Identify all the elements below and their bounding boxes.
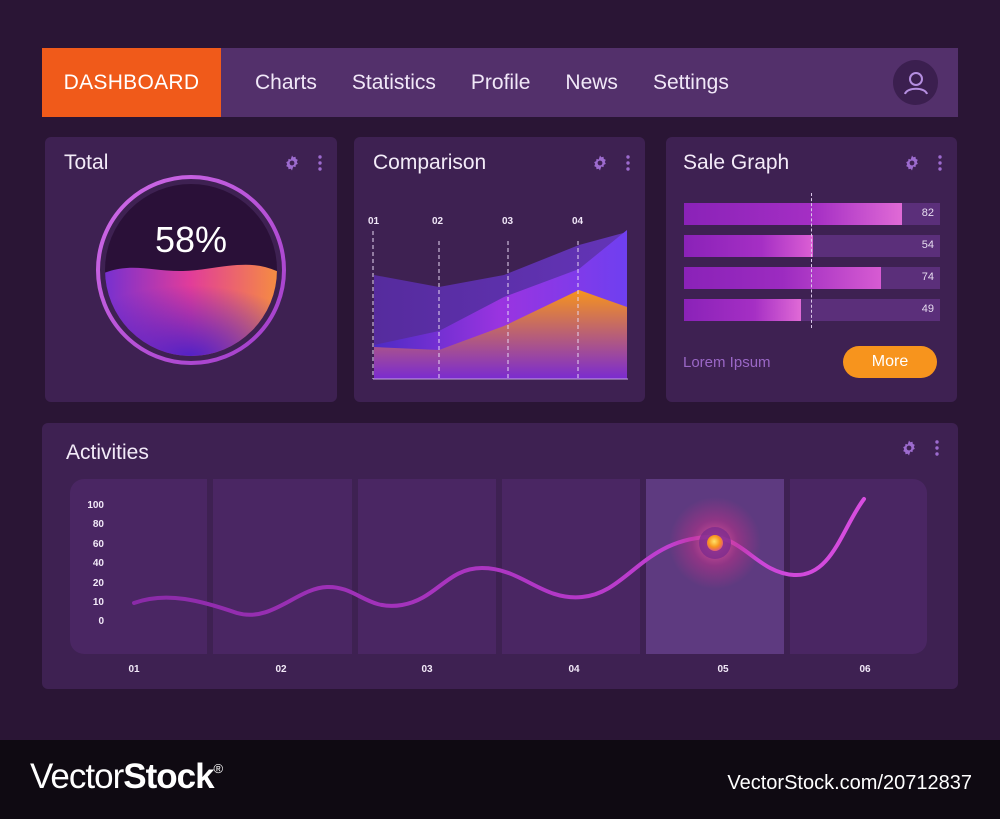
sale-bar-track: 82 (684, 203, 940, 225)
sale-bar-track: 74 (684, 267, 940, 289)
sale-bar-track: 54 (684, 235, 940, 257)
total-gauge (96, 175, 286, 365)
sale-graph-title: Sale Graph (683, 151, 790, 174)
x-tick-label: 03 (421, 664, 433, 675)
image-id-text: VectorStock.com/20712837 (727, 772, 972, 794)
more-vert-icon[interactable] (933, 154, 947, 172)
sale-bar (684, 203, 902, 225)
sale-bar-value: 54 (921, 239, 934, 251)
nav-brand-dashboard[interactable]: DASHBOARD (42, 48, 221, 117)
x-tick-label: 05 (717, 664, 729, 675)
nav-link-settings[interactable]: Settings (653, 71, 729, 95)
x-tick-label: 06 (859, 664, 871, 675)
sale-bar (684, 235, 813, 257)
watermark-footer: VectorStock® VectorStock.com/20712837 (0, 740, 1000, 819)
sale-graph-card: Sale Graph 82 54 74 49 Lorem Ipsum More (666, 137, 957, 402)
nav-links: Charts Statistics Profile News Settings (255, 71, 764, 95)
comparison-card: Comparison 01 02 03 04 (354, 137, 645, 402)
more-button[interactable]: More (843, 346, 937, 378)
vectorstock-logo: VectorStock® (30, 757, 223, 796)
x-tick-label: 01 (128, 664, 140, 675)
user-icon (903, 71, 928, 95)
sale-bar-value: 49 (921, 303, 934, 315)
highlight-dot[interactable] (707, 535, 723, 551)
sale-divider (811, 193, 812, 328)
sale-bar-value: 82 (921, 207, 934, 219)
activities-card: Activities 100 80 60 40 20 10 0 01 02 03… (42, 423, 958, 689)
comparison-chart (372, 230, 628, 380)
total-percent: 58% (154, 219, 228, 260)
x-tick-label: 02 (275, 664, 287, 675)
nav-link-charts[interactable]: Charts (255, 71, 317, 95)
top-nav: DASHBOARD Charts Statistics Profile News… (42, 48, 958, 117)
sale-bar (684, 267, 881, 289)
x-tick-label: 04 (568, 664, 580, 675)
sale-card-tools (903, 154, 947, 172)
nav-link-profile[interactable]: Profile (471, 71, 531, 95)
sale-bar (684, 299, 801, 321)
nav-link-news[interactable]: News (565, 71, 618, 95)
activities-chart (132, 497, 866, 617)
sale-bar-value: 74 (921, 271, 934, 283)
sale-footer-text: Lorem Ipsum (683, 354, 771, 371)
total-card: Total 58% (45, 137, 337, 402)
gear-icon[interactable] (903, 154, 921, 172)
nav-link-statistics[interactable]: Statistics (352, 71, 436, 95)
sale-bar-track: 49 (684, 299, 940, 321)
user-avatar-button[interactable] (893, 60, 938, 105)
